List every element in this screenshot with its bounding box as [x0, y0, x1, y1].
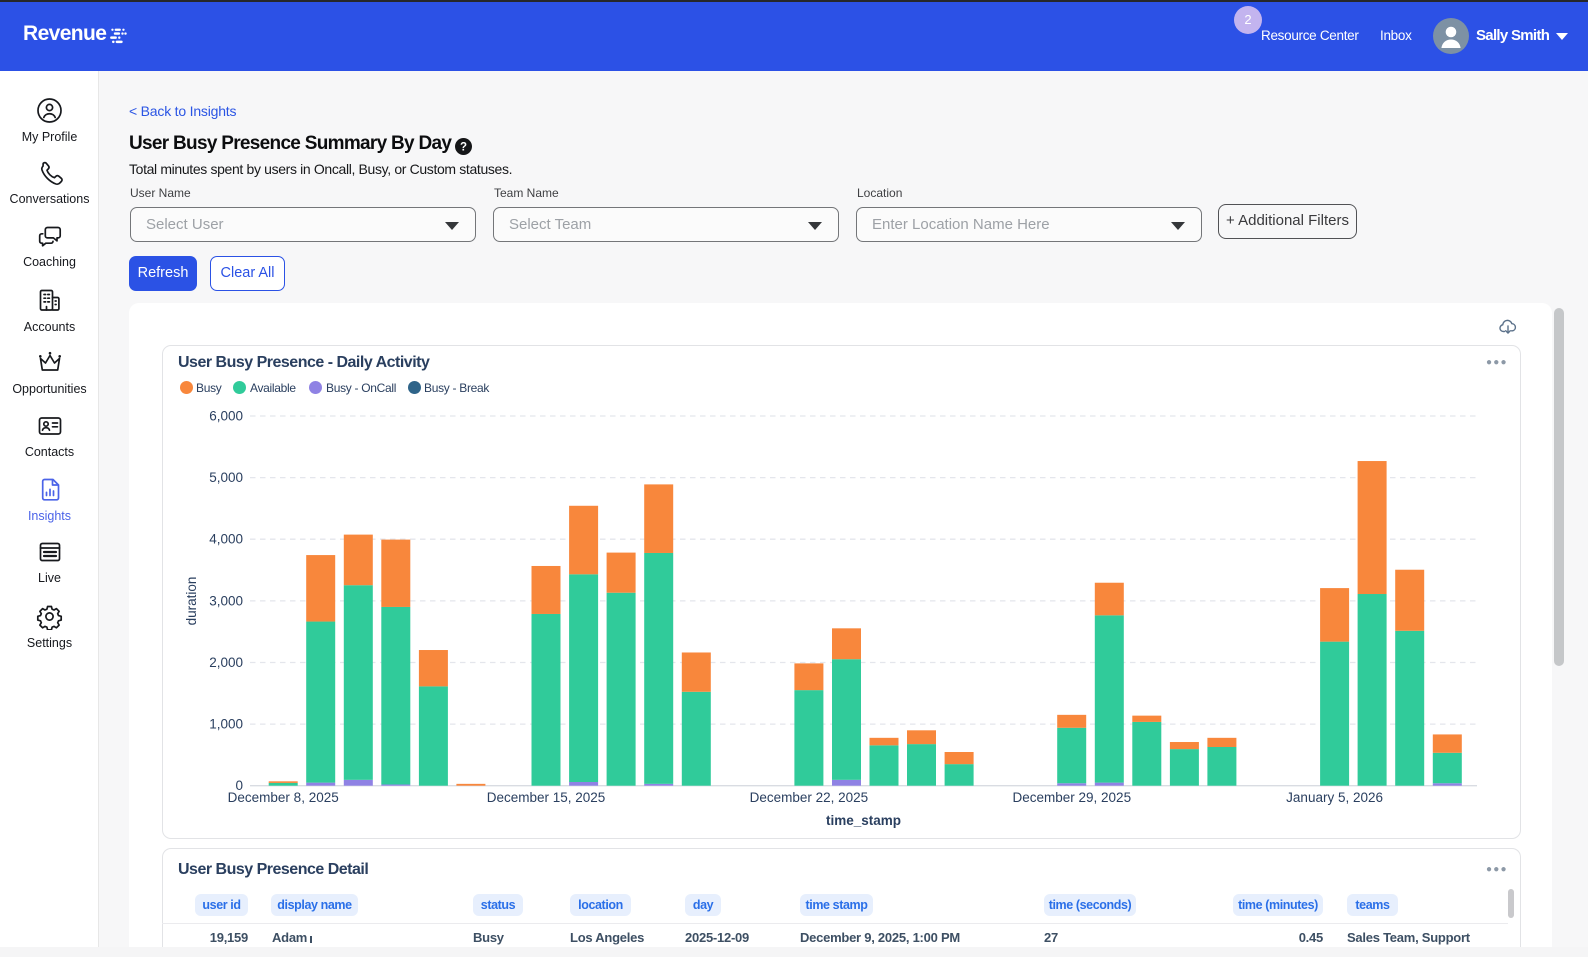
svg-text:5,000: 5,000 — [209, 470, 243, 485]
svg-text:6,000: 6,000 — [209, 409, 243, 424]
svg-text:3,000: 3,000 — [209, 593, 243, 608]
svg-text:duration: duration — [184, 577, 199, 626]
svg-text:January 5, 2026: January 5, 2026 — [1286, 790, 1383, 805]
svg-text:4,000: 4,000 — [209, 532, 243, 547]
svg-text:December 22, 2025: December 22, 2025 — [750, 790, 869, 805]
svg-text:time_stamp: time_stamp — [826, 813, 901, 828]
svg-text:2,000: 2,000 — [209, 655, 243, 670]
svg-text:December 8, 2025: December 8, 2025 — [228, 790, 339, 805]
svg-text:December 15, 2025: December 15, 2025 — [487, 790, 606, 805]
svg-text:1,000: 1,000 — [209, 717, 243, 732]
svg-text:December 29, 2025: December 29, 2025 — [1013, 790, 1132, 805]
